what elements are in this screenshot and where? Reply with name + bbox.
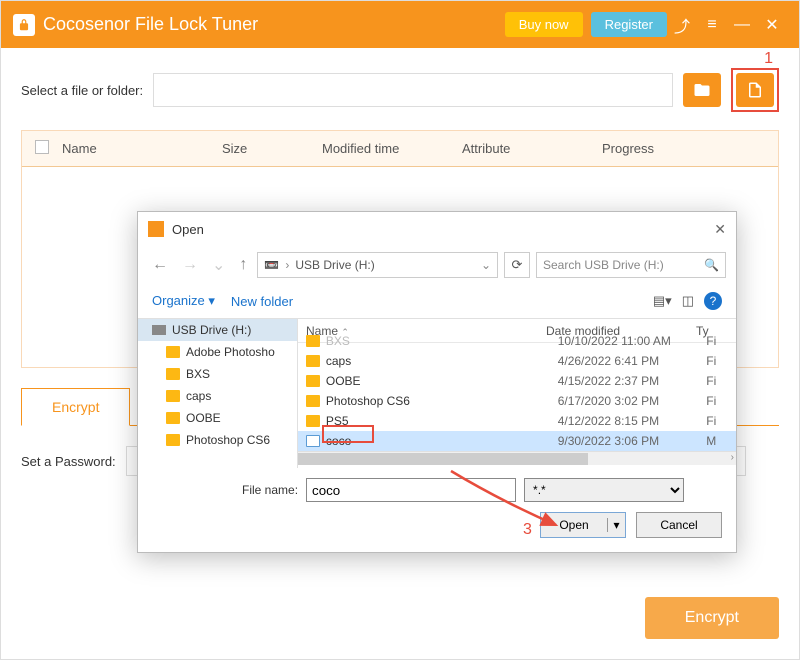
encrypt-button[interactable]: Encrypt [645,597,779,639]
tree-node[interactable]: caps [138,385,297,407]
file-list[interactable]: Name ⌃ Date modified Ty BXS10/10/2022 11… [298,319,736,468]
filename-input[interactable] [306,478,516,502]
col-size[interactable]: Size [222,141,322,156]
annotation-3: 3 [523,521,532,539]
refresh-icon[interactable]: ⟳ [504,252,530,278]
filename-label: File name: [242,483,298,497]
file-row[interactable]: caps4/26/2022 6:41 PMFi [298,351,736,371]
cancel-button[interactable]: Cancel [636,512,722,538]
annotation-1: 1 [764,50,773,68]
tree-node[interactable]: Adobe Photosho [138,341,297,363]
menu-icon[interactable]: ≡ [697,16,727,34]
crumb-drive[interactable]: USB Drive (H:) [295,258,374,272]
new-folder-button[interactable]: New folder [231,294,293,309]
nav-back-icon[interactable]: ← [148,256,172,274]
breadcrumb[interactable]: 📼› USB Drive (H:) ⌄ [257,252,498,278]
tree-node[interactable]: Photoshop CS6 [138,429,297,451]
nav-up-icon[interactable]: ↑ [235,256,251,274]
col-name[interactable]: Name [62,141,222,156]
app-title: Cocosenor File Lock Tuner [43,14,497,35]
minimize-icon[interactable]: — [727,16,757,34]
tree-node[interactable]: OOBE [138,407,297,429]
col-attribute[interactable]: Attribute [462,141,602,156]
horizontal-scrollbar[interactable]: › [298,451,736,465]
app-logo [13,14,35,36]
password-label: Set a Password: [21,454,116,469]
dialog-icon [148,221,164,237]
browse-folder-button[interactable] [683,73,721,107]
file-row[interactable]: coco9/30/2022 3:06 PMM [298,431,736,451]
select-all-checkbox[interactable] [35,140,49,154]
nav-recent-icon[interactable]: ⌄ [208,255,229,275]
col-modified[interactable]: Modified time [322,141,462,156]
buy-now-button[interactable]: Buy now [505,12,583,37]
scrollbar-thumb[interactable] [298,453,588,465]
browse-file-highlight: 1 [731,68,779,112]
file-row[interactable]: Photoshop CS66/17/2020 3:02 PMFi [298,391,736,411]
select-label: Select a file or folder: [21,83,143,98]
share-icon[interactable]: ⤴ [667,13,697,37]
dialog-title: Open [172,222,204,237]
folder-tree[interactable]: USB Drive (H:)Adobe PhotoshoBXScapsOOBEP… [138,319,298,468]
view-icon[interactable]: ▤▾ [653,293,672,309]
titlebar: Cocosenor File Lock Tuner Buy now Regist… [1,1,799,48]
help-icon[interactable]: ? [704,292,722,310]
register-button[interactable]: Register [591,12,667,37]
file-row[interactable]: OOBE4/15/2022 2:37 PMFi [298,371,736,391]
organize-menu[interactable]: Organize ▾ [152,293,215,309]
tree-node[interactable]: BXS [138,363,297,385]
path-input[interactable] [153,73,673,107]
search-icon: 🔍 [704,258,719,272]
search-input[interactable]: Search USB Drive (H:)🔍 [536,252,726,278]
tree-node[interactable]: USB Drive (H:) [138,319,297,341]
file-row[interactable]: BXS10/10/2022 11:00 AMFi [298,331,736,351]
open-dropdown-icon[interactable]: ▾ [607,518,625,532]
open-dialog: Open ✕ ← → ⌄ ↑ 📼› USB Drive (H:) ⌄ ⟳ Sea… [137,211,737,553]
nav-forward-icon[interactable]: → [178,256,202,274]
col-progress[interactable]: Progress [602,141,778,156]
preview-icon[interactable]: ◫ [682,293,694,309]
file-row[interactable]: PS54/12/2022 8:15 PMFi [298,411,736,431]
open-button[interactable]: Open▾ [540,512,626,538]
dialog-close-icon[interactable]: ✕ [714,221,726,238]
tab-encrypt[interactable]: Encrypt [21,388,130,426]
filter-select[interactable]: *.* [524,478,684,502]
close-icon[interactable]: ✕ [757,15,787,35]
browse-file-button[interactable] [736,73,774,107]
